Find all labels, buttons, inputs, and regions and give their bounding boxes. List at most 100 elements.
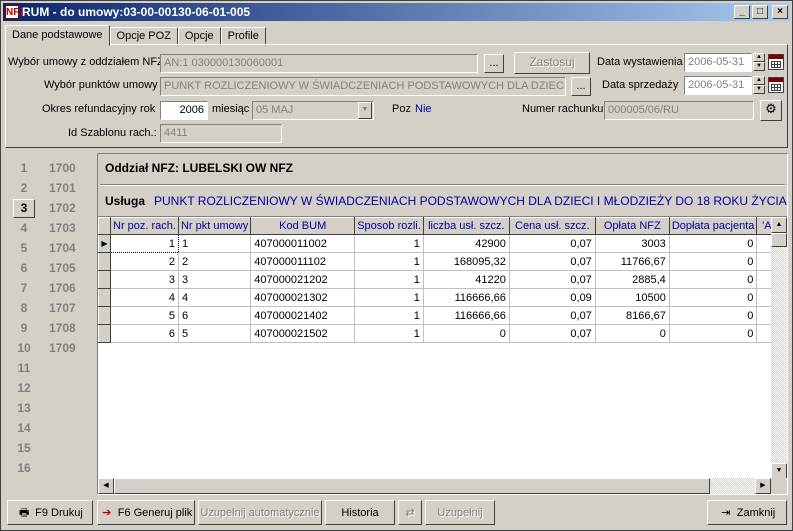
data-sprzedazy-field[interactable]: 2006-05-31 (684, 76, 752, 95)
umowa-browse-button[interactable]: ... (484, 54, 504, 73)
table-cell[interactable]: 1 (110, 234, 179, 253)
table-cell[interactable]: 0,07 (509, 306, 596, 325)
table-cell[interactable]: 0,07 (509, 234, 596, 253)
swap-button[interactable]: ⇄ (398, 500, 422, 525)
horizontal-scroll-thumb[interactable] (114, 478, 710, 494)
data-wystawienia-spinner[interactable]: ▲ ▼ (753, 53, 765, 72)
table-cell[interactable]: 407000011102 (250, 252, 356, 271)
table-cell[interactable]: 6 (178, 306, 252, 325)
table-cell[interactable]: 11766,67 (595, 252, 670, 271)
position-list-item[interactable]: 2 1701 (5, 179, 95, 199)
table-row[interactable]: 6 5 407000021502 1 0 0,07 0 0 (98, 324, 780, 343)
auto-fill-button[interactable]: Uzupełnij automatycznie (198, 500, 322, 525)
position-list-item[interactable]: 7 1706 (5, 279, 95, 299)
row-indicator[interactable]: ▶ (98, 234, 111, 253)
table-cell[interactable]: 6 (110, 324, 179, 343)
punkt-browse-button[interactable]: ... (571, 77, 591, 96)
fill-button[interactable]: Uzupełnij (425, 500, 495, 525)
calendar-icon[interactable] (768, 54, 784, 70)
vertical-scrollbar[interactable]: ▲ ▼ (771, 217, 787, 479)
position-list-item[interactable]: 14 (5, 419, 95, 439)
position-list-item[interactable]: 8 1707 (5, 299, 95, 319)
table-cell[interactable]: 41220 (423, 270, 510, 289)
table-cell[interactable]: 0 (669, 270, 758, 289)
umowa-field[interactable]: AN:1 030000130060001 (160, 54, 478, 73)
table-cell[interactable]: 0 (423, 324, 510, 343)
table-cell[interactable]: 168095,32 (423, 252, 510, 271)
table-cell[interactable]: 0,07 (509, 324, 596, 343)
szablon-field[interactable]: 4411 (160, 124, 282, 143)
close-button[interactable]: × (772, 5, 788, 19)
table-cell[interactable]: 5 (110, 306, 179, 325)
data-wystawienia-field[interactable]: 2006-05-31 (684, 53, 752, 72)
rok-field[interactable]: 2006 (160, 101, 208, 120)
position-list-item[interactable]: 1 1700 (5, 159, 95, 179)
position-list-item[interactable]: 5 1704 (5, 239, 95, 259)
table-cell[interactable]: 0 (669, 288, 758, 307)
table-cell[interactable]: 2 (110, 252, 179, 271)
data-sprzedazy-spinner[interactable]: ▲ ▼ (753, 76, 765, 95)
scroll-left-button[interactable]: ◀ (98, 478, 114, 494)
position-list-item[interactable]: 11 (5, 359, 95, 379)
generate-file-button[interactable]: ➔ F6 Generuj plik (97, 500, 195, 525)
scroll-down-button[interactable]: ▼ (771, 463, 787, 479)
column-header[interactable]: liczba usł. szcz. (422, 217, 510, 235)
table-cell[interactable]: 0 (669, 324, 758, 343)
column-header[interactable]: Dopłata pacjenta (668, 217, 758, 235)
position-list-item[interactable]: 12 (5, 379, 95, 399)
tab-dane-podstawowe[interactable]: Dane podstawowe (5, 25, 110, 46)
title-bar[interactable]: NFZ RUM - do umowy:03-00-00130-06-01-005… (3, 3, 790, 21)
table-cell[interactable]: 0,07 (509, 252, 596, 271)
punkt-field[interactable]: PUNKT ROZLICZENIOWY W ŚWIADCZENIACH PODS… (160, 77, 566, 96)
table-cell[interactable]: 0 (669, 234, 758, 253)
row-indicator[interactable] (98, 270, 111, 289)
column-header[interactable]: Sposob rozli. (354, 217, 424, 235)
table-cell[interactable]: 0 (595, 324, 670, 343)
row-indicator[interactable] (98, 306, 111, 325)
vertical-scroll-thumb[interactable] (771, 233, 787, 247)
table-cell[interactable]: 407000021502 (250, 324, 356, 343)
chevron-down-icon[interactable]: ▼ (358, 102, 372, 119)
column-header[interactable]: Cena usł. szcz. (508, 217, 596, 235)
table-cell[interactable]: 8166,67 (595, 306, 670, 325)
table-row[interactable]: 2 2 407000011102 1 168095,32 0,07 11766,67 0 (98, 252, 780, 271)
table-cell[interactable]: 0 (669, 306, 758, 325)
table-row[interactable]: ▶ 1 1 407000011002 1 42900 0,07 3003 0 (98, 234, 780, 253)
table-cell[interactable]: 407000021402 (250, 306, 356, 325)
table-cell[interactable]: 2 (178, 252, 252, 271)
table-cell[interactable]: 407000011002 (250, 234, 356, 253)
table-cell[interactable]: 1 (354, 252, 424, 271)
table-cell[interactable]: 407000021202 (250, 270, 356, 289)
minimize-button[interactable]: _ (734, 5, 750, 19)
position-list-item[interactable]: 16 (5, 459, 95, 479)
table-cell[interactable]: 4 (178, 288, 252, 307)
table-cell[interactable]: 3 (110, 270, 179, 289)
table-cell[interactable]: 42900 (423, 234, 510, 253)
row-indicator[interactable] (98, 252, 111, 271)
table-cell[interactable]: 3003 (595, 234, 670, 253)
close-window-button[interactable]: ⇥ Zamknij (707, 500, 787, 525)
table-cell[interactable]: 10500 (595, 288, 670, 307)
table-cell[interactable]: 3 (178, 270, 252, 289)
table-row[interactable]: 5 6 407000021402 1 116666,66 0,07 8166,67 0 (98, 306, 780, 325)
position-list-item[interactable]: 3 1702 (5, 199, 95, 219)
table-cell[interactable]: 407000021302 (250, 288, 356, 307)
table-cell[interactable]: 2885,4 (595, 270, 670, 289)
history-button[interactable]: Historia (325, 500, 395, 525)
column-header[interactable]: Opłata NFZ (594, 217, 670, 235)
row-indicator[interactable] (98, 288, 111, 307)
table-cell[interactable]: 1 (354, 324, 424, 343)
numbering-settings-button[interactable]: ⚙ (760, 100, 782, 121)
table-cell[interactable]: 1 (354, 234, 424, 253)
column-header[interactable]: Nr pkt umowy (177, 217, 252, 235)
table-row[interactable]: 3 3 407000021202 1 41220 0,07 2885,4 0 (98, 270, 780, 289)
zastosuj-button[interactable]: Zastosuj (514, 52, 590, 74)
data-grid[interactable]: Nr poz. rach. Nr pkt umowy Kod BUM Sposob r… (98, 216, 787, 494)
scroll-right-button[interactable]: ▶ (755, 478, 771, 494)
row-indicator[interactable] (98, 324, 111, 343)
table-cell[interactable]: 1 (354, 306, 424, 325)
maximize-button[interactable]: □ (752, 5, 768, 19)
table-cell[interactable]: 116666,66 (423, 306, 510, 325)
position-list-item[interactable]: 6 1705 (5, 259, 95, 279)
position-list-item[interactable]: 10 1709 (5, 339, 95, 359)
